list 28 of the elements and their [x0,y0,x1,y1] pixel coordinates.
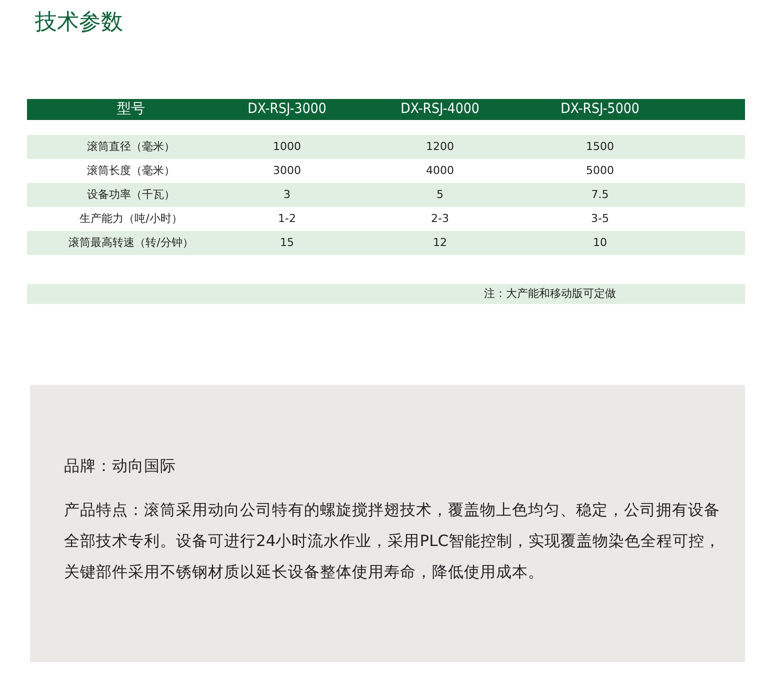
brand-text: 品牌：动向国际 [64,456,177,477]
column-header: DX-RSJ-3000 [246,100,328,119]
row-label: 滚筒长度（毫米） [86,162,176,179]
row-label: 滚筒直径（毫米） [86,138,176,155]
table-cell-text: 3-5 [590,210,610,227]
row-label: 生产能力（吨/小时） [78,210,184,227]
column-header: 型号 [116,100,146,119]
table-cell-text: 3000 [272,162,302,179]
note-text: 注：大产能和移动版可定做 [484,287,616,300]
column-header: DX-RSJ-4000 [400,100,480,119]
table-cell-text: 4000 [425,162,455,179]
column-header: DX-RSJ-5000 [560,100,640,119]
table-cell-text: 12 [432,234,448,251]
description-text: 产品特点：滚筒采用动向公司特有的螺旋搅拌翅技术，覆盖物上色均匀、稳定，公司拥有设备全部技术专利。设备可进行24小时流水作业，采用PLC智能控制，实现覆盖物染色全程可控，关键部件采用不锈钢材质以延长设备整体使用寿命，降低使用成本。 [64,500,722,583]
table-cell-text: 10 [592,234,608,251]
table-cell-text: 2-3 [430,210,450,227]
page-title: 技术参数 [34,9,124,37]
table-cell-text: 3 [282,186,292,203]
table-cell-text: 5 [436,186,444,203]
table-cell-text: 1500 [585,138,615,155]
table-cell-text: 1000 [272,138,302,155]
table-cell-text: 7.5 [590,186,610,203]
table-cell-text: 5000 [585,162,615,179]
table-cell-text: 1200 [425,138,455,155]
table-cell-text: 1-2 [277,210,297,227]
row-label: 设备功率（千瓦） [86,186,176,203]
table-cell-text: 15 [279,234,295,251]
row-label: 滚筒最高转速（转/分钟） [68,234,194,251]
